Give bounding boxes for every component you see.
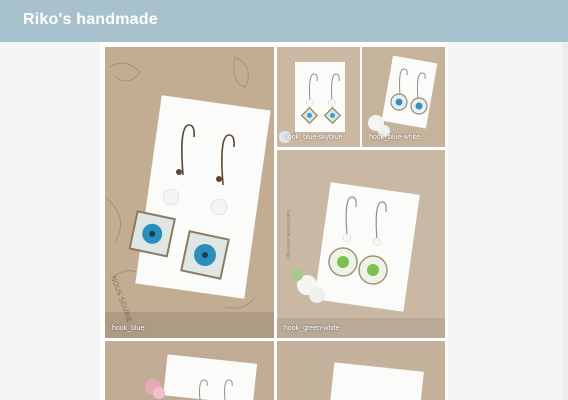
gallery-item-hook-blue[interactable]: NOUS SOURIE hook_blue [105,47,274,338]
earring-photo-skyblue [277,47,360,147]
site-title[interactable]: Riko's handmade [23,11,158,29]
earring-photo-card [277,341,445,400]
item-caption: hook_blue-white [369,134,420,141]
gallery-item-pink-flower[interactable] [105,341,274,400]
earring-photo-blue: NOUS SOURIE [105,47,274,338]
item-caption: hook_blue-skyblue [284,134,343,141]
gallery-item-hook-blue-skyblue[interactable]: hook_blue-skyblue [277,47,360,147]
gallery-item-card[interactable] [277,341,445,400]
svg-text:handmade earrings: handmade earrings [285,210,291,259]
gallery-item-hook-blue-white[interactable]: hook_blue-white [362,47,445,147]
site-header: Riko's handmade [0,0,568,42]
item-caption: hook_green-white [284,325,340,332]
earring-photo-green-white: handmade earrings [277,150,445,338]
earring-photo-pink [105,341,274,400]
page-scrollbar[interactable] [562,42,568,400]
earring-photo-blue-white [362,47,445,147]
item-caption: hook_blue [112,325,145,332]
gallery-item-hook-green-white[interactable]: handmade earrings hook_green-white [277,150,445,338]
